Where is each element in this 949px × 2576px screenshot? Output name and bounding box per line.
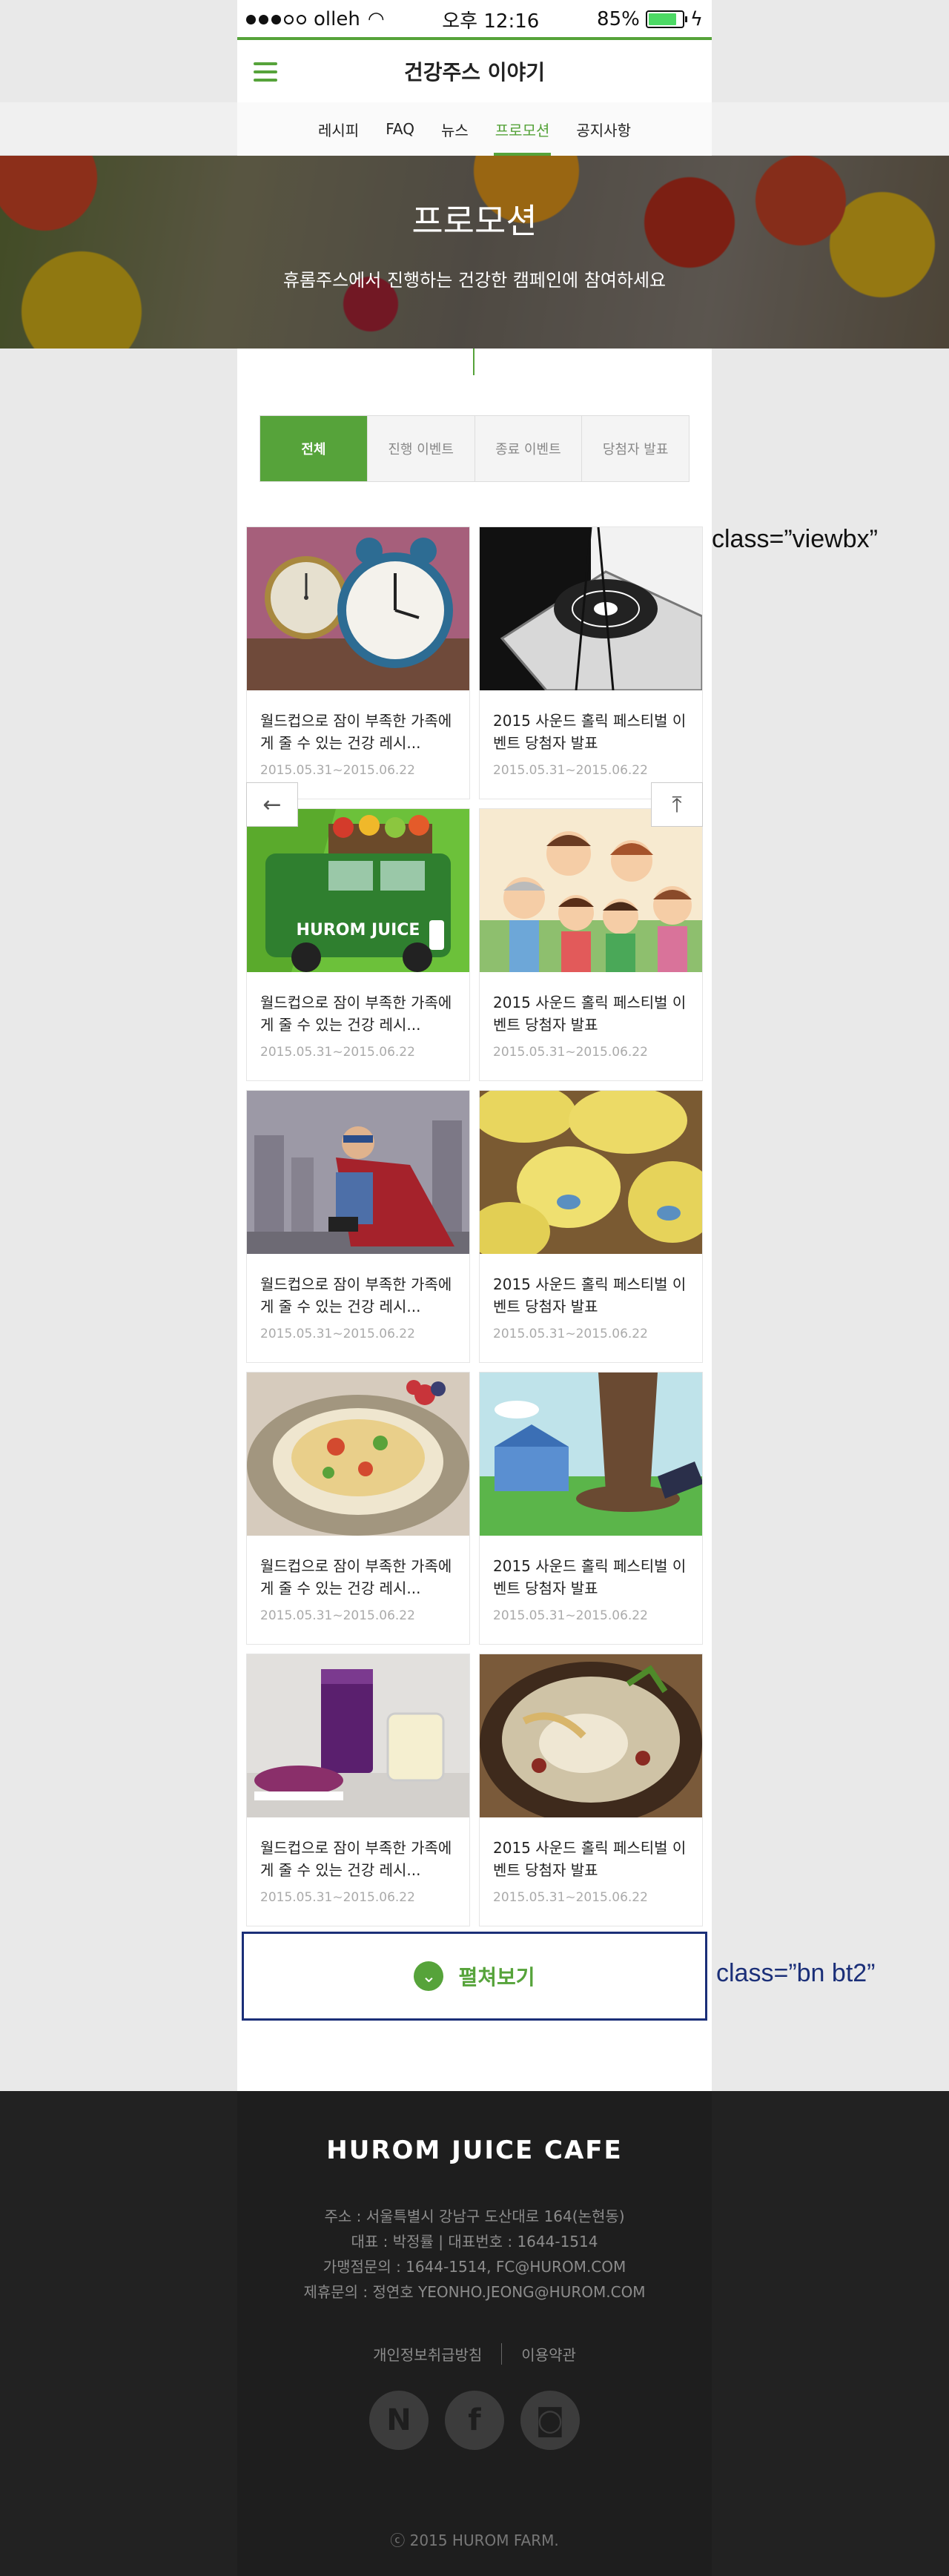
more-button[interactable]: ⌄ 펼쳐보기 (242, 1932, 707, 2021)
subnav-item-news[interactable]: 뉴스 (441, 102, 469, 156)
more-button-label: 펼쳐보기 (458, 1965, 535, 1989)
promotion-card[interactable]: 월드컵으로 잠이 부족한 가족에게 줄 수 있는 건강 레시... 2015.0… (246, 1090, 470, 1363)
social-links: N f ◙ (237, 2391, 712, 2450)
carrier-label: olleh (314, 8, 360, 30)
subnav-item-notice[interactable]: 공지사항 (576, 102, 631, 156)
promotion-card[interactable]: HUROM JUICE 월드컵으로 잠이 부족한 가족에게 줄 수 있는 건강 … (246, 808, 470, 1081)
main-content: 전체 진행 이벤트 종료 이벤트 당첨자 발표 월드컵으로 잠이 부족한 가족에… (237, 349, 712, 2091)
promotion-card[interactable]: 2015 사운드 홀릭 페스티벌 이벤트 당첨자 발표 2015.05.31~2… (479, 1654, 703, 1926)
alarm-clocks-image (247, 527, 469, 690)
filter-tabs: 전체 진행 이벤트 종료 이벤트 당첨자 발표 (259, 415, 690, 482)
bn-bt2-annotation: class=”bn bt2” (716, 1959, 876, 1987)
card-date: 2015.05.31~2015.06.22 (493, 1327, 648, 1341)
card-date: 2015.05.31~2015.06.22 (260, 1045, 415, 1060)
subnav-item-faq[interactable]: FAQ (386, 102, 414, 156)
tree-illustration-image (480, 1373, 702, 1536)
status-time: 오후 12:16 (442, 10, 540, 33)
footer-logo: HUROM JUICE CAFE (326, 2136, 623, 2165)
signal-dots-icon (246, 14, 306, 24)
card-title: 월드컵으로 잠이 부족한 가족에게 줄 수 있는 건강 레시... (260, 994, 452, 1034)
instagram-icon[interactable]: ◙ (520, 2391, 580, 2450)
promotion-grid: 월드컵으로 잠이 부족한 가족에게 줄 수 있는 건강 레시... 2015.0… (246, 526, 703, 1926)
card-title: 월드컵으로 잠이 부족한 가족에게 줄 수 있는 건강 레시... (260, 712, 452, 752)
card-date: 2015.05.31~2015.06.22 (260, 1327, 415, 1341)
hero-title: 프로모션 (411, 201, 538, 241)
footer-ceo: 대표 : 박정률 | 대표번호 : 1644-1514 (351, 2233, 598, 2250)
hamburger-menu-icon[interactable] (254, 62, 277, 82)
card-title: 월드컵으로 잠이 부족한 가족에게 줄 수 있는 건강 레시... (260, 1557, 452, 1597)
promotion-card[interactable]: 2015 사운드 홀릭 페스티벌 이벤트 당첨자 발표 2015.05.31~2… (479, 526, 703, 799)
card-date: 2015.05.31~2015.06.22 (493, 1045, 648, 1060)
wifi-icon: ◠ (367, 8, 385, 30)
card-title: 월드컵으로 잠이 부족한 가족에게 줄 수 있는 건강 레시... (260, 1839, 452, 1879)
facebook-icon[interactable]: f (445, 2391, 504, 2450)
privacy-policy-link[interactable]: 개인정보취급방침 (373, 2343, 482, 2365)
naver-icon[interactable]: N (369, 2391, 429, 2450)
tab-ended-events[interactable]: 종료 이벤트 (474, 416, 582, 481)
footer-address: 주소 : 서울특별시 강남구 도산대로 164(논현동) (324, 2207, 625, 2225)
promotion-card[interactable]: 월드컵으로 잠이 부족한 가족에게 줄 수 있는 건강 레시... 2015.0… (246, 1654, 470, 1926)
footer-links: 개인정보취급방침 이용약관 (237, 2343, 712, 2365)
footer-info: 주소 : 서울특별시 강남구 도산대로 164(논현동) 대표 : 박정률 | … (237, 2204, 712, 2305)
promotion-card[interactable]: 2015 사운드 홀릭 페스티벌 이벤트 당첨자 발표 2015.05.31~2… (479, 808, 703, 1081)
promotion-card[interactable]: 2015 사운드 홀릭 페스티벌 이벤트 당첨자 발표 2015.05.31~2… (479, 1090, 703, 1363)
hurom-juice-truck-image: HUROM JUICE (247, 809, 469, 972)
hero-subtitle: 휴롬주스에서 진행하는 건강한 캠페인에 참여하세요 (282, 270, 667, 291)
card-date: 2015.05.31~2015.06.22 (260, 763, 415, 778)
melons-image (480, 1091, 702, 1254)
card-title: 월드컵으로 잠이 부족한 가족에게 줄 수 있는 건강 레시... (260, 1275, 452, 1315)
card-title: 2015 사운드 홀릭 페스티벌 이벤트 당첨자 발표 (493, 994, 687, 1034)
promotion-card[interactable]: 2015 사운드 홀릭 페스티벌 이벤트 당첨자 발표 2015.05.31~2… (479, 1372, 703, 1645)
subnav-item-promotion[interactable]: 프로모션 (493, 102, 551, 156)
status-bar: olleh ◠ 오후 12:16 85% ϟ (237, 0, 712, 39)
salad-plate-image (247, 1373, 469, 1536)
promotion-card[interactable]: 월드컵으로 잠이 부족한 가족에게 줄 수 있는 건강 레시... 2015.0… (246, 1372, 470, 1645)
footer-partnership: 제휴문의 : 정연호 YEONHO.JEONG@HUROM.COM (303, 2283, 646, 2301)
ginseng-soup-image (480, 1654, 702, 1817)
footer-franchise: 가맹점문의 : 1644-1514, FC@HUROM.COM (323, 2258, 626, 2276)
svg-text:HUROM JUICE: HUROM JUICE (297, 921, 420, 939)
turntable-image (480, 527, 702, 690)
promotion-card[interactable]: 월드컵으로 잠이 부족한 가족에게 줄 수 있는 건강 레시... 2015.0… (246, 526, 470, 799)
footer: HUROM JUICE CAFE 주소 : 서울특별시 강남구 도산대로 164… (0, 2091, 949, 2576)
purple-juice-image (247, 1654, 469, 1817)
hero-banner: 프로모션 휴롬주스에서 진행하는 건강한 캠페인에 참여하세요 (0, 156, 949, 349)
family-cartoon-image (480, 809, 702, 972)
viewbx-annotation: class=”viewbx” (712, 525, 878, 553)
app-header: 건강주스 이야기 (237, 37, 712, 102)
card-title: 2015 사운드 홀릭 페스티벌 이벤트 당첨자 발표 (493, 1557, 687, 1597)
tab-winners[interactable]: 당첨자 발표 (581, 416, 689, 481)
card-date: 2015.05.31~2015.06.22 (260, 1890, 415, 1905)
card-date: 2015.05.31~2015.06.22 (493, 763, 648, 778)
tab-all[interactable]: 전체 (260, 416, 367, 481)
battery-percent: 85% (597, 8, 640, 30)
subnav-item-recipe[interactable]: 레시피 (318, 102, 359, 156)
card-title: 2015 사운드 홀릭 페스티벌 이벤트 당첨자 발표 (493, 712, 687, 752)
arrow-up-icon: ⤒ (672, 791, 682, 818)
charging-icon: ϟ (690, 8, 703, 30)
battery-icon (645, 10, 687, 28)
card-date: 2015.05.31~2015.06.22 (493, 1890, 648, 1905)
scroll-top-button[interactable]: ⤒ (651, 782, 703, 827)
page-title: 건강주스 이야기 (403, 60, 546, 85)
tab-ongoing-events[interactable]: 진행 이벤트 (366, 416, 474, 481)
terms-link[interactable]: 이용약관 (501, 2343, 576, 2365)
chevron-down-icon: ⌄ (414, 1961, 444, 1991)
card-date: 2015.05.31~2015.06.22 (260, 1608, 415, 1623)
arrow-left-icon: ← (262, 791, 282, 818)
back-arrow-button[interactable]: ← (246, 782, 298, 827)
copyright: ⓒ 2015 HUROM FARM. (390, 2532, 559, 2549)
sub-navigation: 레시피 FAQ 뉴스 프로모션 공지사항 (0, 102, 949, 156)
caped-child-image (247, 1091, 469, 1254)
card-title: 2015 사운드 홀릭 페스티벌 이벤트 당첨자 발표 (493, 1839, 687, 1879)
divider-line (473, 349, 474, 375)
card-date: 2015.05.31~2015.06.22 (493, 1608, 648, 1623)
card-title: 2015 사운드 홀릭 페스티벌 이벤트 당첨자 발표 (493, 1275, 687, 1315)
